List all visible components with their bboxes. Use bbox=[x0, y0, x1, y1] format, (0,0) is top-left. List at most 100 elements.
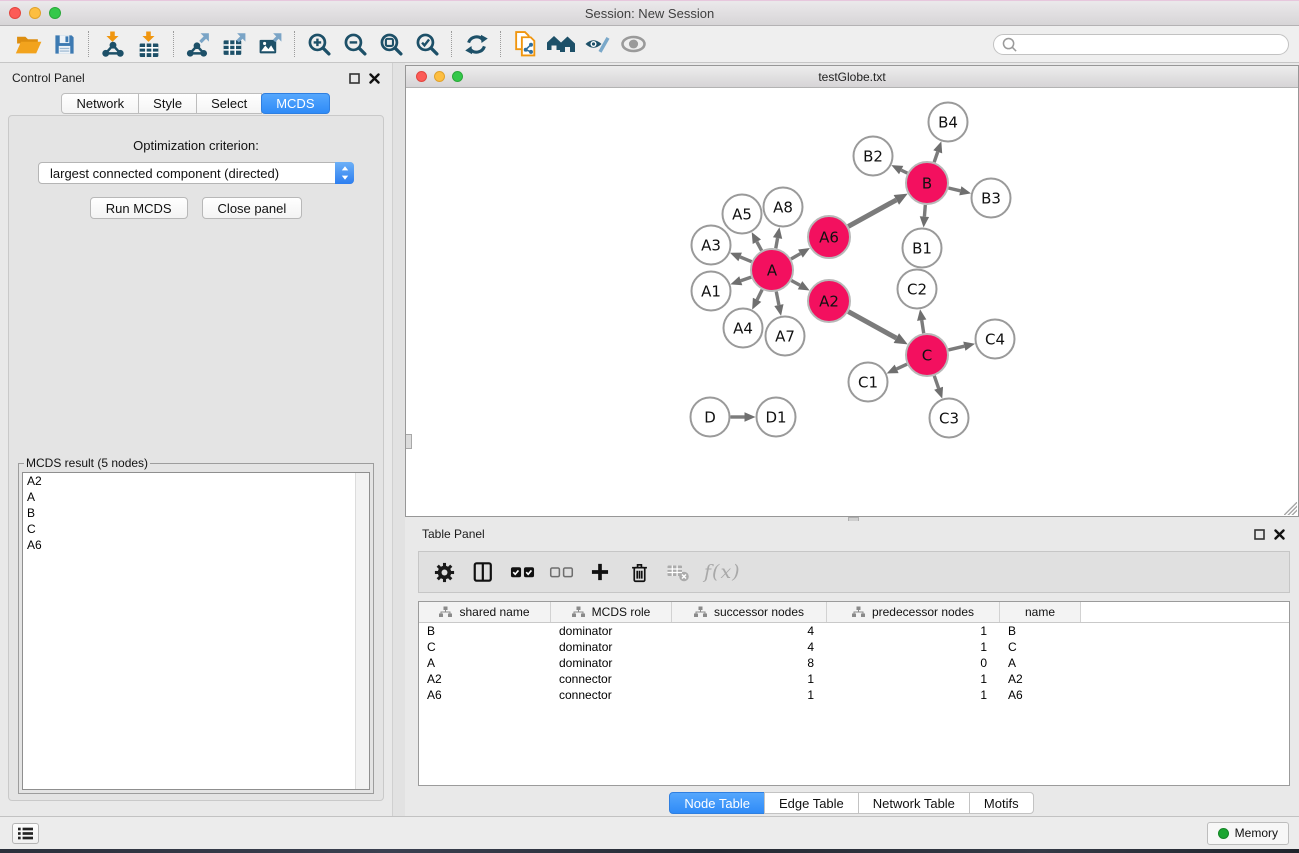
add-column-icon[interactable] bbox=[587, 559, 613, 585]
import-table-icon[interactable] bbox=[131, 28, 167, 60]
home-icon[interactable] bbox=[543, 28, 579, 60]
table-cell[interactable]: A6 bbox=[419, 687, 551, 703]
network-canvas[interactable]: B4B2BB3A5A8A6A3B1AA1C2A2A4A7C4CC1C3DD1 bbox=[406, 88, 1298, 516]
select-all-icon[interactable] bbox=[509, 559, 535, 585]
graph-node-A2[interactable]: A2 bbox=[808, 280, 850, 322]
hide-graphics-details-icon[interactable] bbox=[579, 28, 615, 60]
close-panel-button[interactable]: Close panel bbox=[202, 197, 303, 219]
column-header-name[interactable]: name bbox=[1000, 602, 1081, 622]
table-row[interactable]: A2connector11A2 bbox=[419, 671, 1289, 687]
zoom-fit-icon[interactable] bbox=[373, 28, 409, 60]
table-cell[interactable]: A2 bbox=[419, 671, 551, 687]
resize-grip-icon[interactable] bbox=[1284, 502, 1297, 515]
graph-edge-A-A2[interactable] bbox=[791, 281, 800, 286]
graph-node-A3[interactable]: A3 bbox=[692, 226, 731, 265]
graph-edge-C-C3[interactable] bbox=[934, 376, 938, 388]
table-cell[interactable]: dominator bbox=[551, 639, 672, 655]
tab-motifs[interactable]: Motifs bbox=[969, 792, 1034, 814]
graph-edge-A-A1[interactable] bbox=[741, 277, 751, 281]
table-cell[interactable]: connector bbox=[551, 671, 672, 687]
table-cell[interactable]: 1 bbox=[827, 639, 1000, 655]
mcds-result-item[interactable]: A6 bbox=[23, 537, 369, 553]
refresh-layout-icon[interactable] bbox=[458, 28, 494, 60]
open-session-icon[interactable] bbox=[10, 28, 46, 60]
graph-node-C3[interactable]: C3 bbox=[930, 399, 969, 438]
table-cell[interactable]: 1 bbox=[672, 671, 827, 687]
table-cell[interactable]: connector bbox=[551, 687, 672, 703]
graph-edge-B-B4[interactable] bbox=[934, 152, 938, 162]
task-history-button[interactable] bbox=[12, 823, 39, 844]
column-header-predecessor-nodes[interactable]: predecessor nodes bbox=[827, 602, 1000, 622]
table-cell[interactable]: 0 bbox=[827, 655, 1000, 671]
table-cell[interactable]: 8 bbox=[672, 655, 827, 671]
delete-table-icon[interactable] bbox=[665, 559, 691, 585]
canvas-side-handle[interactable] bbox=[406, 434, 412, 449]
graph-node-A1[interactable]: A1 bbox=[692, 272, 731, 311]
table-row[interactable]: Cdominator41C bbox=[419, 639, 1289, 655]
graph-edge-A6-B[interactable] bbox=[848, 200, 896, 226]
graph-edge-A-A7[interactable] bbox=[776, 292, 779, 306]
tab-node-table[interactable]: Node Table bbox=[669, 792, 765, 814]
graph-edge-C-C4[interactable] bbox=[948, 346, 964, 350]
graph-node-B4[interactable]: B4 bbox=[929, 103, 968, 142]
graph-edge-A-A4[interactable] bbox=[757, 290, 762, 300]
mcds-result-item[interactable]: B bbox=[23, 505, 369, 521]
column-header-MCDS-role[interactable]: MCDS role bbox=[551, 602, 672, 622]
float-table-panel-icon[interactable] bbox=[1254, 529, 1265, 540]
table-cell[interactable]: A6 bbox=[1000, 687, 1081, 703]
show-eye-icon[interactable] bbox=[615, 28, 651, 60]
result-scrollbar[interactable] bbox=[355, 473, 369, 789]
close-table-panel-icon[interactable] bbox=[1274, 529, 1285, 540]
copy-session-icon[interactable] bbox=[507, 28, 543, 60]
table-cell[interactable]: dominator bbox=[551, 655, 672, 671]
table-row[interactable]: A6connector11A6 bbox=[419, 687, 1289, 703]
graph-node-C2[interactable]: C2 bbox=[898, 270, 937, 309]
graph-node-A7[interactable]: A7 bbox=[766, 317, 805, 356]
zoom-in-icon[interactable] bbox=[301, 28, 337, 60]
export-table-icon[interactable] bbox=[216, 28, 252, 60]
run-mcds-button[interactable]: Run MCDS bbox=[90, 197, 188, 219]
tab-network-table[interactable]: Network Table bbox=[858, 792, 970, 814]
deselect-all-icon[interactable] bbox=[548, 559, 574, 585]
tab-style[interactable]: Style bbox=[138, 93, 197, 114]
table-cell[interactable]: C bbox=[419, 639, 551, 655]
graph-node-B[interactable]: B bbox=[906, 162, 948, 204]
table-row[interactable]: Bdominator41B bbox=[419, 623, 1289, 639]
graph-node-A5[interactable]: A5 bbox=[723, 195, 762, 234]
tab-network[interactable]: Network bbox=[61, 93, 139, 114]
graph-node-B2[interactable]: B2 bbox=[854, 137, 893, 176]
table-cell[interactable]: B bbox=[419, 623, 551, 639]
table-cell[interactable]: A bbox=[1000, 655, 1081, 671]
zoom-selected-icon[interactable] bbox=[409, 28, 445, 60]
table-cell[interactable]: 1 bbox=[672, 687, 827, 703]
graph-node-C[interactable]: C bbox=[906, 334, 948, 376]
graph-edge-A-A8[interactable] bbox=[776, 238, 778, 248]
zoom-out-icon[interactable] bbox=[337, 28, 373, 60]
table-cell[interactable]: 4 bbox=[672, 639, 827, 655]
graph-node-A[interactable]: A bbox=[751, 249, 793, 291]
table-cell[interactable]: 1 bbox=[827, 671, 1000, 687]
graph-node-B3[interactable]: B3 bbox=[972, 179, 1011, 218]
graph-edge-A-A3[interactable] bbox=[740, 257, 751, 262]
table-cell[interactable]: 4 bbox=[672, 623, 827, 639]
table-settings-gear-icon[interactable] bbox=[431, 559, 457, 585]
panel-divider[interactable] bbox=[392, 63, 405, 816]
graph-node-A8[interactable]: A8 bbox=[764, 188, 803, 227]
close-panel-icon[interactable] bbox=[369, 73, 380, 84]
mcds-result-item[interactable]: C bbox=[23, 521, 369, 537]
graph-edge-B-B3[interactable] bbox=[948, 188, 960, 191]
graph-node-C4[interactable]: C4 bbox=[976, 320, 1015, 359]
import-network-icon[interactable] bbox=[95, 28, 131, 60]
table-cell[interactable]: B bbox=[1000, 623, 1081, 639]
network-graph[interactable]: B4B2BB3A5A8A6A3B1AA1C2A2A4A7C4CC1C3DD1 bbox=[406, 88, 1298, 516]
table-row[interactable]: Adominator80A bbox=[419, 655, 1289, 671]
graph-node-D[interactable]: D bbox=[691, 398, 730, 437]
table-cell[interactable]: dominator bbox=[551, 623, 672, 639]
function-builder-icon[interactable]: f(x) bbox=[704, 559, 741, 585]
column-header-shared-name[interactable]: shared name bbox=[419, 602, 551, 622]
search-input[interactable] bbox=[1018, 37, 1281, 51]
export-network-icon[interactable] bbox=[180, 28, 216, 60]
show-columns-icon[interactable] bbox=[470, 559, 496, 585]
graph-node-A6[interactable]: A6 bbox=[808, 216, 850, 258]
mcds-result-item[interactable]: A bbox=[23, 489, 369, 505]
